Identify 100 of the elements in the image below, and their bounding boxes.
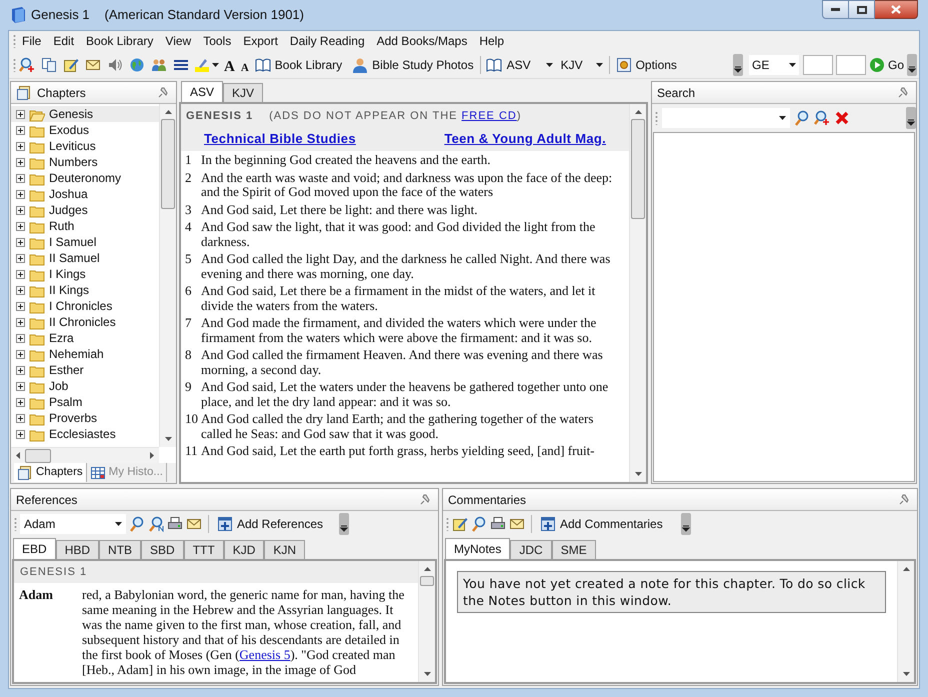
tree-item[interactable]: Nehemiah	[11, 346, 159, 362]
tree-item[interactable]: Exodus	[11, 122, 159, 138]
ad-link[interactable]: Teen & Young Adult Mag.	[444, 128, 606, 148]
search-icon[interactable]	[129, 516, 145, 532]
scroll-down-icon[interactable]	[634, 472, 642, 476]
toolbar-grip[interactable]	[14, 517, 17, 531]
toolbar-grip[interactable]	[655, 111, 658, 125]
free-cd-link[interactable]: FREE CD	[462, 110, 517, 122]
expand-icon[interactable]	[16, 222, 25, 230]
tab[interactable]: KJN	[264, 540, 306, 559]
tree-item[interactable]: Proverbs	[11, 410, 159, 426]
scrollbar[interactable]	[629, 104, 646, 482]
scripture-link[interactable]: Genesis 5	[239, 647, 290, 662]
font-smaller-button[interactable]: A	[238, 54, 252, 76]
tab[interactable]: ASV	[181, 81, 224, 102]
minimize-button[interactable]	[822, 0, 849, 19]
go-button[interactable]: Go	[866, 54, 907, 76]
scroll-thumb[interactable]	[25, 448, 51, 462]
tab[interactable]: Chapters	[14, 463, 87, 482]
verse-field[interactable]	[836, 54, 866, 74]
expand-icon[interactable]	[16, 334, 25, 342]
menu-item[interactable]: Help	[473, 32, 510, 50]
tree-item[interactable]: II Kings	[11, 282, 159, 298]
lookup-field[interactable]: Adam	[20, 514, 126, 534]
tab[interactable]: HBD	[56, 540, 100, 559]
scroll-down-icon[interactable]	[424, 672, 430, 676]
expand-icon[interactable]	[16, 382, 25, 390]
menu-item[interactable]: Export	[237, 32, 284, 50]
expand-icon[interactable]	[16, 206, 25, 214]
tree-item[interactable]: I Samuel	[11, 234, 159, 250]
scroll-down-icon[interactable]	[902, 672, 910, 676]
expand-icon[interactable]	[16, 110, 25, 118]
toolbar-grip[interactable]	[13, 34, 16, 48]
tab[interactable]: SME	[552, 540, 596, 559]
menu-item[interactable]: Add Books/Maps	[370, 32, 474, 50]
dropdown[interactable]: ASV	[504, 54, 556, 74]
scroll-up-icon[interactable]	[634, 110, 642, 114]
expand-icon[interactable]	[16, 302, 25, 310]
photos-button[interactable]: Bible Study Photos	[349, 54, 477, 76]
toolbar-overflow-icon[interactable]	[732, 54, 743, 76]
toolbar-grip[interactable]	[13, 58, 16, 72]
tab[interactable]: MyNotes	[445, 538, 510, 559]
scroll-up-icon[interactable]	[424, 567, 430, 571]
expand-icon[interactable]	[16, 270, 25, 278]
tab[interactable]: JDC	[510, 540, 552, 559]
scroll-thumb[interactable]	[420, 576, 434, 586]
scrollbar[interactable]	[897, 561, 914, 682]
expand-icon[interactable]	[16, 142, 25, 150]
scrollbar[interactable]	[418, 561, 435, 682]
expand-icon[interactable]	[16, 190, 25, 198]
scroll-up-icon[interactable]	[902, 567, 910, 571]
tree-item[interactable]: Ecclesiastes	[11, 426, 159, 442]
menu-item[interactable]: File	[16, 32, 48, 50]
expand-icon[interactable]	[16, 414, 25, 422]
tab[interactable]: NTB	[99, 540, 142, 559]
tab[interactable]: SBD	[141, 540, 184, 559]
scroll-thumb[interactable]	[161, 119, 175, 209]
scroll-thumb[interactable]	[631, 119, 645, 219]
clear-icon[interactable]	[834, 110, 850, 126]
expand-icon[interactable]	[16, 158, 25, 166]
scrollbar[interactable]	[159, 104, 176, 447]
expand-icon[interactable]	[16, 286, 25, 294]
tree-item[interactable]: I Kings	[11, 266, 159, 282]
ad-link[interactable]: Technical Bible Studies	[204, 128, 356, 148]
options-button[interactable]: Options	[612, 54, 680, 76]
maximize-button[interactable]	[849, 0, 875, 19]
tree-item[interactable]: Ezra	[11, 330, 159, 346]
menu-item[interactable]: Tools	[197, 32, 238, 50]
font-larger-button[interactable]: A	[221, 54, 238, 76]
dropdown[interactable]: GE	[748, 54, 799, 74]
expand-icon[interactable]	[16, 430, 25, 438]
add-references-button[interactable]: Add References	[215, 513, 326, 535]
tree-item[interactable]: Ruth	[11, 218, 159, 234]
toolbar-overflow-icon[interactable]	[339, 513, 350, 535]
find-next-icon[interactable]	[148, 516, 164, 532]
zoom-plus-icon[interactable]	[814, 110, 830, 126]
expand-icon[interactable]	[16, 366, 25, 374]
dropdown[interactable]: KJV	[558, 54, 606, 74]
printer-icon[interactable]	[490, 516, 506, 532]
expand-icon[interactable]	[16, 318, 25, 326]
tree-item[interactable]: Esther	[11, 362, 159, 378]
close-button[interactable]	[875, 0, 918, 19]
tree-item[interactable]: Job	[11, 378, 159, 394]
tree-item[interactable]: I Chronicles	[11, 298, 159, 314]
expand-icon[interactable]	[16, 126, 25, 134]
tree-item[interactable]: Deuteronomy	[11, 170, 159, 186]
toolbar-grip[interactable]	[446, 517, 449, 531]
expand-icon[interactable]	[16, 174, 25, 182]
expand-icon[interactable]	[16, 398, 25, 406]
envelope-icon[interactable]	[186, 516, 202, 532]
search-icon[interactable]	[794, 110, 810, 126]
toolbar-overflow-icon[interactable]	[680, 513, 691, 535]
book-library-button[interactable]: Book Library	[252, 54, 346, 76]
search-field[interactable]	[662, 108, 790, 128]
tab[interactable]: KJV	[223, 83, 264, 102]
tree-item[interactable]: Psalm	[11, 394, 159, 410]
scroll-down-icon[interactable]	[164, 437, 172, 441]
scrollbar[interactable]	[11, 447, 159, 463]
tree-item[interactable]: Leviticus	[11, 138, 159, 154]
tab[interactable]: EBD	[13, 538, 56, 559]
